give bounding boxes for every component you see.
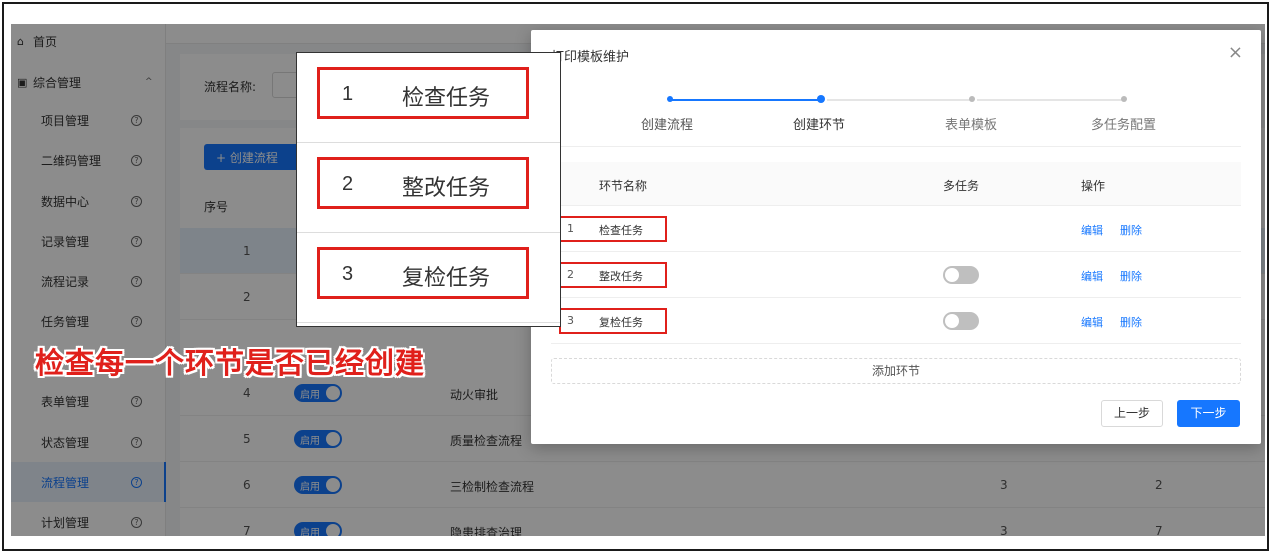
- zoom-index: 2: [342, 173, 354, 195]
- zoom-index: 3: [342, 263, 354, 285]
- highlight-box: 3 复检任务: [317, 247, 529, 299]
- edit-link[interactable]: 编辑: [1081, 222, 1103, 238]
- step-connector: [671, 99, 821, 101]
- node-index: 2: [567, 268, 574, 281]
- column-header-multi: 多任务: [943, 179, 980, 193]
- divider: [551, 146, 1241, 147]
- step-dot: [1121, 96, 1127, 102]
- step-label: 创建流程: [641, 118, 694, 133]
- app-screen: ⌂ 首页 ▣ 综合管理 ^ 项目管理? 二维码管理? 数据中心? 记录管理? 流程记录?…: [11, 24, 1265, 536]
- highlight-box: 2 整改任务: [317, 157, 529, 209]
- zoom-name: 整改任务: [402, 176, 491, 201]
- step-label: 多任务配置: [1091, 118, 1157, 133]
- zoom-index: 1: [342, 83, 354, 105]
- step-dot: [969, 96, 975, 102]
- node-index: 1: [567, 222, 574, 235]
- annotation-caption: 检查每一个环节是否已经创建: [35, 346, 426, 380]
- dialog-title: 打印模板维护: [551, 50, 630, 65]
- delete-link[interactable]: 删除: [1120, 222, 1142, 238]
- node-name: 复检任务: [599, 316, 643, 329]
- node-row: 3 复检任务 编辑 删除: [551, 298, 1241, 344]
- step-label: 表单模板: [945, 118, 998, 133]
- screenshot-frame: ⌂ 首页 ▣ 综合管理 ^ 项目管理? 二维码管理? 数据中心? 记录管理? 流程记录?…: [2, 2, 1269, 551]
- toggle-knob: [945, 268, 959, 282]
- delete-link[interactable]: 删除: [1120, 268, 1142, 284]
- node-name: 检查任务: [599, 224, 643, 237]
- node-name: 整改任务: [599, 270, 643, 283]
- add-node-button[interactable]: 添加环节: [551, 358, 1241, 384]
- edit-link[interactable]: 编辑: [1081, 314, 1103, 330]
- highlight-box: 1 检查任务: [317, 67, 529, 119]
- zoom-name: 检查任务: [402, 86, 491, 111]
- column-header-ops: 操作: [1081, 179, 1106, 193]
- multi-task-toggle[interactable]: [943, 266, 979, 284]
- template-dialog: 打印模板维护 × 创建流程 创建环节 表单模板 多任务配置 环节名称 多任务 操…: [531, 30, 1261, 444]
- node-index: 3: [567, 314, 574, 327]
- delete-link[interactable]: 删除: [1120, 314, 1142, 330]
- close-icon[interactable]: ×: [1228, 42, 1243, 63]
- node-row: 2 整改任务 编辑 删除: [551, 252, 1241, 298]
- prev-step-button[interactable]: 上一步: [1101, 400, 1163, 427]
- toggle-knob: [945, 314, 959, 328]
- zoom-callout: 1 检查任务 2 整改任务 3 复检任务: [296, 52, 561, 327]
- node-table-header: 环节名称 多任务 操作: [551, 162, 1241, 206]
- step-connector: [827, 99, 973, 101]
- next-step-button[interactable]: 下一步: [1177, 400, 1240, 427]
- column-header-name: 环节名称: [599, 179, 648, 193]
- step-connector: [977, 99, 1123, 101]
- zoom-row: 3 复检任务: [297, 233, 560, 323]
- step-label: 创建环节: [793, 118, 846, 133]
- step-dot-active: [817, 95, 825, 103]
- zoom-row: 1 检查任务: [297, 53, 560, 143]
- zoom-row: 2 整改任务: [297, 143, 560, 233]
- step-dot: [667, 96, 673, 102]
- node-row: 1 检查任务 编辑 删除: [551, 206, 1241, 252]
- edit-link[interactable]: 编辑: [1081, 268, 1103, 284]
- zoom-name: 复检任务: [402, 266, 491, 291]
- multi-task-toggle[interactable]: [943, 312, 979, 330]
